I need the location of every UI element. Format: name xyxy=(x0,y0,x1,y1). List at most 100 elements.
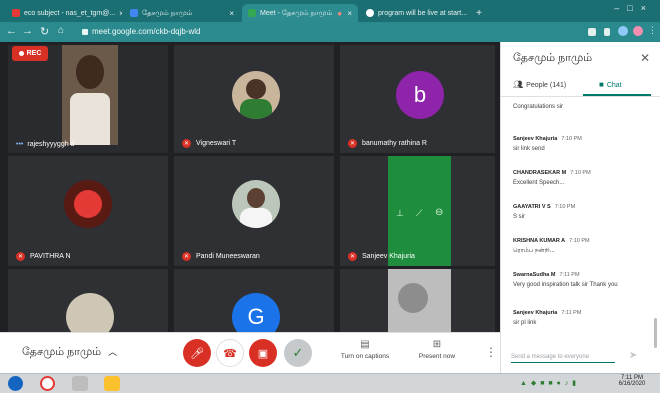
clock[interactable]: 7:11 PM 6/16/2020 xyxy=(612,375,652,387)
forward-icon[interactable]: → xyxy=(22,25,33,37)
browser-tab-bar: eco subject - nas_et_tgm@... × தேசமும் ந… xyxy=(0,0,660,22)
participant-name: ••• rajeshyyyggh d xyxy=(16,141,75,148)
close-tab-icon[interactable]: × xyxy=(225,9,234,18)
chat-scrollbar[interactable] xyxy=(654,318,657,348)
start-icon[interactable] xyxy=(8,376,23,391)
browser-tab[interactable]: program will be live at start... × xyxy=(360,4,470,22)
home-icon[interactable]: ⌂ xyxy=(58,25,64,36)
gmail-icon xyxy=(12,9,20,17)
participant-name: ✕ PAVITHRA N xyxy=(16,252,71,261)
panel-tabs: 👥︎ People (141) ■ Chat xyxy=(501,76,660,97)
window-controls[interactable]: –□× xyxy=(614,3,654,13)
chrome-icon[interactable] xyxy=(40,376,55,391)
docs-icon xyxy=(130,9,138,17)
extension-icon[interactable] xyxy=(618,26,628,36)
participant-tile[interactable]: ••• rajeshyyyggh d xyxy=(8,45,168,153)
avatar xyxy=(66,293,114,332)
browser-tab-active[interactable]: Meet - தேசமும் நாமும் ● × xyxy=(242,4,358,22)
close-tab-icon[interactable]: × xyxy=(467,9,470,18)
more-options-icon[interactable]: ⋮ xyxy=(485,345,497,359)
captions-icon: ▤ xyxy=(360,339,370,350)
phone-hangup-icon: ☎︎ xyxy=(223,347,237,360)
more-icon: ••• xyxy=(16,141,24,148)
browser-tab[interactable]: eco subject - nas_et_tgm@... × xyxy=(6,4,122,22)
mic-off-icon: ✕ xyxy=(182,139,191,148)
people-icon: 👥︎ xyxy=(513,80,524,89)
mic-off-icon: ✕ xyxy=(16,252,25,261)
menu-icon[interactable]: ⋮ xyxy=(648,25,657,36)
camera-toggle-button[interactable]: ▣ xyxy=(249,339,277,367)
chrome-icon xyxy=(366,9,374,17)
meeting-controls-bar: தேசமும் நாமும் ︿ 🎤︎ ☎︎ ▣ ✓ ▤ Turn on cap… xyxy=(0,332,500,374)
star-icon[interactable] xyxy=(604,28,610,36)
mic-off-icon: ✕ xyxy=(182,252,191,261)
mute-icon[interactable]: ⟋ xyxy=(416,208,422,219)
url-field[interactable]: meet.google.com/ckb-dqjb-wld xyxy=(82,25,502,39)
close-icon[interactable]: ✕ xyxy=(640,51,650,65)
mic-off-icon: 🎤︎ xyxy=(190,347,204,360)
chat-message: Congratulations sir xyxy=(513,104,564,110)
participant-tile[interactable]: ✕ PAVITHRA N xyxy=(8,156,168,266)
chat-message: Sanjeev Khajuria 7:10 PM sir link send xyxy=(513,136,582,152)
remove-icon[interactable]: ⊖ xyxy=(435,207,443,218)
camera-icon[interactable] xyxy=(588,28,596,36)
participant-tile[interactable]: G xyxy=(174,269,334,332)
check-icon[interactable]: ✓ xyxy=(284,339,312,367)
participant-tile[interactable]: b ✕ banumathy rathina R xyxy=(340,45,495,153)
participant-name: ✕ banumathy rathina R xyxy=(348,139,427,148)
profile-avatar[interactable] xyxy=(633,26,643,36)
side-panel: தேசமும் நாமும் ✕ 👥︎ People (141) ■ Chat Co… xyxy=(500,42,660,373)
close-tab-icon[interactable]: × xyxy=(343,9,352,18)
back-icon[interactable]: ← xyxy=(6,25,17,37)
camera-off-icon: ▣ xyxy=(257,347,269,360)
lock-icon xyxy=(82,28,88,35)
participant-name: ✕ Pandi Muneeswaran xyxy=(182,252,260,261)
participant-tile[interactable]: ✕ Pandi Muneeswaran xyxy=(174,156,334,266)
avatar xyxy=(232,180,280,228)
chat-message-input[interactable]: Send a message to everyone xyxy=(511,354,615,363)
present-button[interactable]: ⊞ Present now xyxy=(402,339,472,360)
os-taskbar: ▲ ◆ ■ ■ ● ♪ ▮ 7:11 PM 6/16/2020 xyxy=(0,373,660,393)
avatar xyxy=(64,180,112,228)
chevron-up-icon: ︿ xyxy=(108,347,118,357)
participant-name: ✕ Vigneswari T xyxy=(182,139,237,148)
participant-name: ✕ Sanjeev Khajuria xyxy=(348,252,415,261)
present-icon: ⊞ xyxy=(432,339,442,350)
captions-button[interactable]: ▤ Turn on captions xyxy=(330,339,400,360)
chat-icon: ■ xyxy=(599,80,604,89)
participant-tile[interactable] xyxy=(8,269,168,332)
leave-call-button[interactable]: ☎︎ xyxy=(216,339,244,367)
pin-icon[interactable]: ⊥ xyxy=(396,208,404,219)
recording-dot-icon: ● xyxy=(337,8,343,18)
participant-tile[interactable] xyxy=(340,269,495,332)
tab-chat[interactable]: ■ Chat xyxy=(599,80,622,89)
participant-tile[interactable]: ⊥ ⟋ ⊖ ✕ Sanjeev Khajuria xyxy=(340,156,495,266)
participant-video xyxy=(388,269,451,332)
meeting-grid: ••• rajeshyyyggh d REC ✕ Vigneswari T b ✕ b… xyxy=(0,42,500,332)
mic-off-icon: ✕ xyxy=(348,252,357,261)
browser-tab[interactable]: தேசமும் நாமும் × xyxy=(124,4,240,22)
mic-toggle-button[interactable]: 🎤︎ xyxy=(183,339,211,367)
chat-message: SwarnaSudha M 7:11 PM Very good inspirati… xyxy=(513,272,618,288)
mic-off-icon: ✕ xyxy=(348,139,357,148)
system-tray-icons[interactable]: ▲ ◆ ■ ■ ● ♪ ▮ xyxy=(520,379,577,387)
chat-message: GAAYATRI V S 7:10 PM S sir xyxy=(513,204,576,220)
chat-message: Sanjeev Khajuria 7:11 PM sir pl link xyxy=(513,310,582,326)
avatar xyxy=(232,71,280,119)
meeting-details-button[interactable]: தேசமும் நாமும் ︿ xyxy=(22,345,117,360)
close-tab-icon[interactable]: × xyxy=(115,9,122,18)
panel-title: தேசமும் நாமும் xyxy=(513,52,593,64)
reload-icon[interactable]: ↻ xyxy=(40,25,49,38)
participant-tile[interactable]: ✕ Vigneswari T xyxy=(174,45,334,153)
recording-badge: REC xyxy=(12,46,48,61)
meet-icon xyxy=(248,9,256,17)
avatar: G xyxy=(232,293,280,332)
chat-message: CHANDRASEKAR M 7:10 PM Excellent Speech..… xyxy=(513,170,591,186)
participant-video xyxy=(62,45,118,145)
avatar: b xyxy=(396,71,444,119)
new-tab-button[interactable]: + xyxy=(472,4,486,22)
explorer-icon[interactable] xyxy=(104,376,120,391)
paint-icon[interactable] xyxy=(72,376,88,391)
send-icon[interactable]: ➤ xyxy=(629,350,637,361)
tab-people[interactable]: 👥︎ People (141) xyxy=(513,80,566,89)
